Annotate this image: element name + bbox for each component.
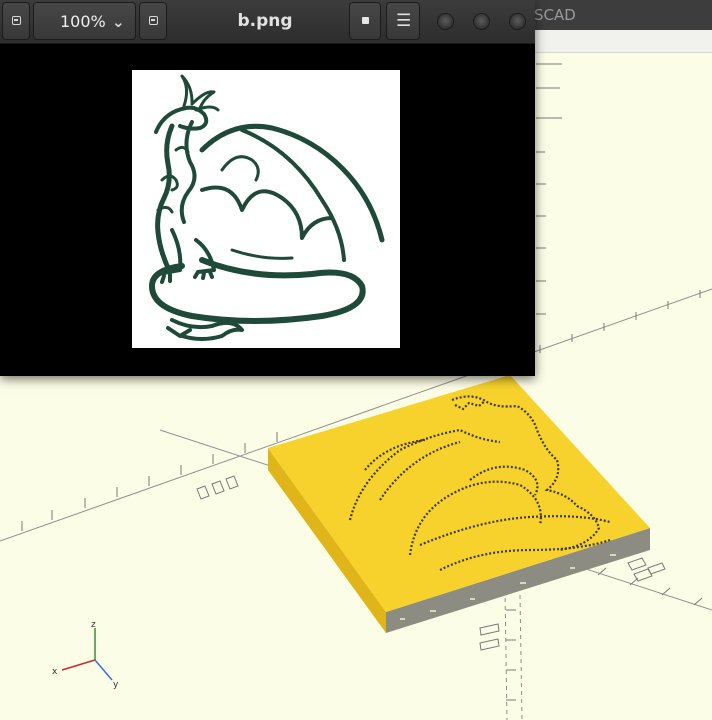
axis-gizmo: z x y [52,620,119,690]
gizmo-y-label: y [113,680,119,690]
gizmo-z-label: z [91,620,96,630]
zoom-level-button[interactable]: 100% ⌄ [33,2,136,40]
image-viewer-window: 100% ⌄ b.png ☰ [0,0,535,376]
menu-icon: ☰ [396,11,412,31]
dragon-image [149,74,385,341]
fit-view-button[interactable] [349,2,381,40]
minimize-icon[interactable] [437,13,454,30]
viewer-title: b.png [237,11,293,31]
displayed-image [132,70,400,348]
menu-button[interactable]: ☰ [386,2,420,40]
close-icon[interactable] [509,13,526,30]
zoom-in-icon [149,16,158,25]
zoom-out-button[interactable] [2,2,30,40]
plate-top [268,375,650,612]
chevron-down-icon: ⌄ [112,13,125,31]
viewer-headerbar: 100% ⌄ b.png ☰ [0,0,535,44]
relief-plate-model[interactable] [268,375,650,633]
zoom-out-icon [12,16,21,25]
zoom-in-button[interactable] [139,2,167,40]
zoom-level-value: 100% [60,12,106,31]
maximize-icon[interactable] [473,13,490,30]
fit-view-icon [362,17,369,24]
gizmo-x-label: x [52,667,58,677]
